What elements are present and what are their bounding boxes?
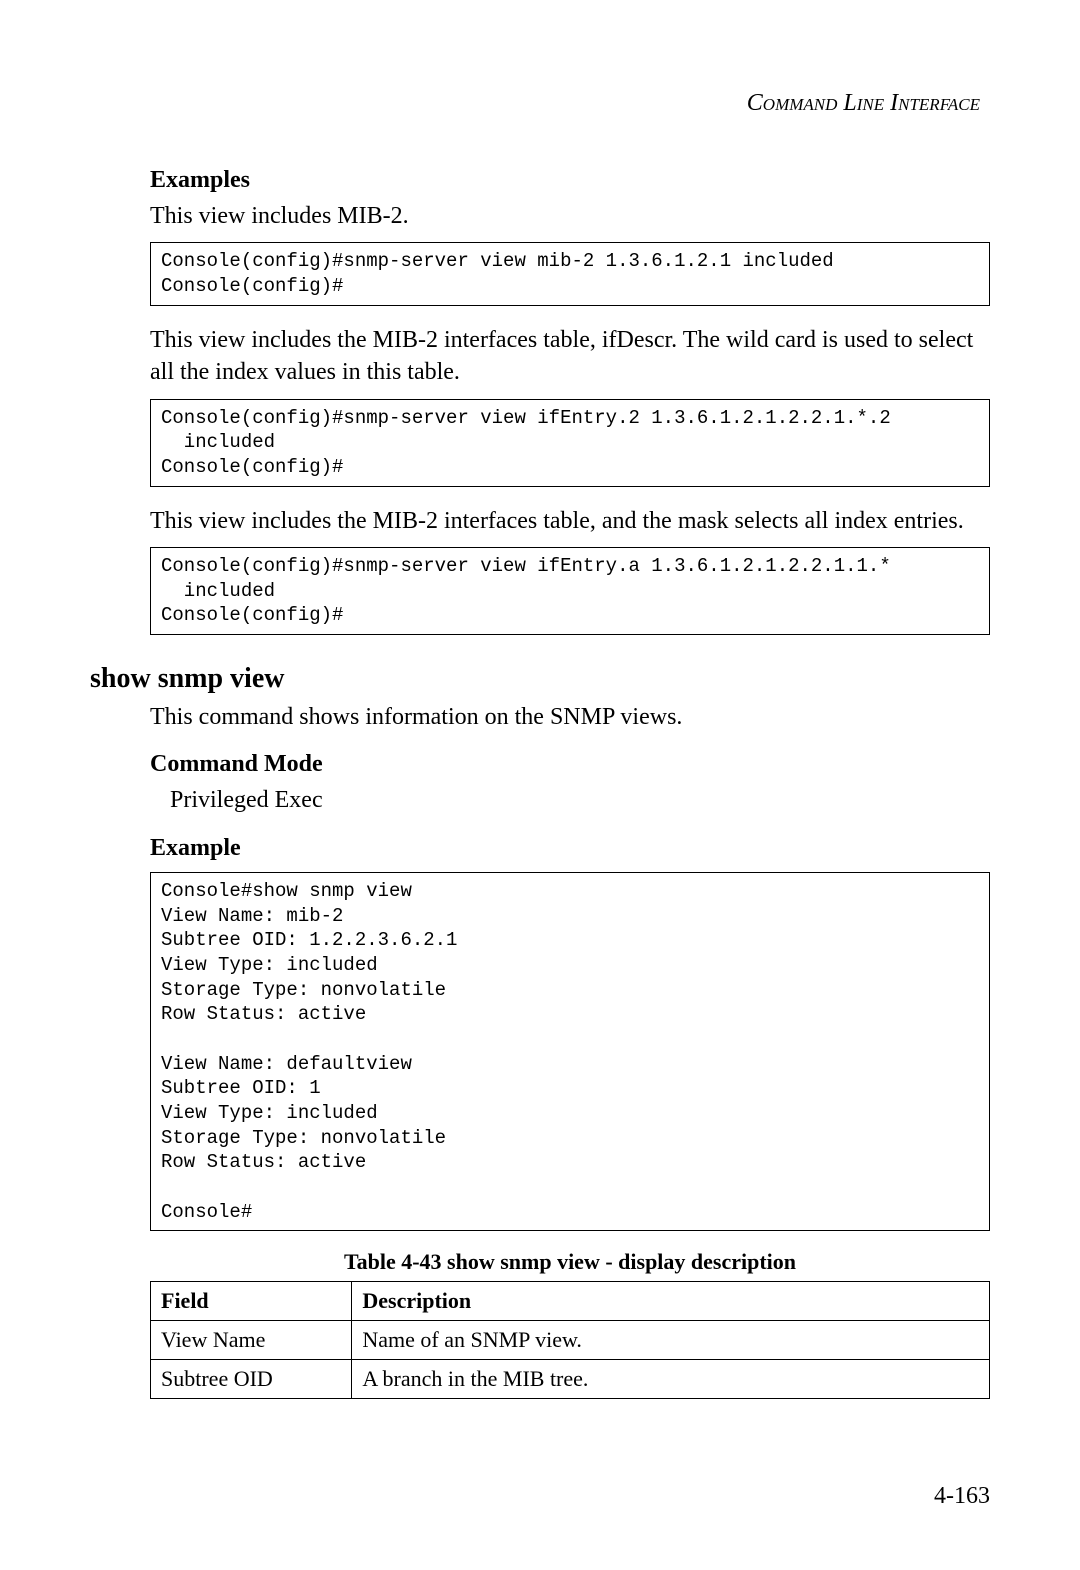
examples-intro-2: This view includes the MIB-2 interfaces … (150, 324, 990, 389)
command-mode-heading: Command Mode (150, 751, 990, 778)
running-header-text: Command Line Interface (747, 90, 980, 116)
code-example-1: Console(config)#snmp-server view mib-2 1… (150, 242, 990, 305)
table-cell-description: A branch in the MIB tree. (352, 1360, 990, 1399)
body-column: Examples This view includes MIB-2. Conso… (150, 167, 990, 635)
example-heading: Example (150, 835, 990, 862)
examples-intro-3: This view includes the MIB-2 interfaces … (150, 505, 990, 537)
table-header-row: Field Description (151, 1282, 990, 1321)
code-example-show-snmp-view: Console#show snmp view View Name: mib-2 … (150, 872, 990, 1232)
table-header-description: Description (352, 1282, 990, 1321)
command-mode-value: Privileged Exec (170, 784, 990, 816)
page: Command Line Interface Examples This vie… (0, 0, 1080, 1570)
running-header: Command Line Interface (90, 90, 990, 117)
examples-heading: Examples (150, 167, 990, 194)
table-cell-field: View Name (151, 1321, 352, 1360)
table-header-field: Field (151, 1282, 352, 1321)
section-heading-show-snmp-view: show snmp view (90, 663, 990, 695)
code-example-2: Console(config)#snmp-server view ifEntry… (150, 399, 990, 487)
section-description: This command shows information on the SN… (150, 701, 990, 733)
table-row: Subtree OID A branch in the MIB tree. (151, 1360, 990, 1399)
table-cell-description: Name of an SNMP view. (352, 1321, 990, 1360)
section-body: This command shows information on the SN… (150, 701, 990, 1399)
display-description-table: Field Description View Name Name of an S… (150, 1281, 990, 1399)
table-row: View Name Name of an SNMP view. (151, 1321, 990, 1360)
table-cell-field: Subtree OID (151, 1360, 352, 1399)
examples-intro-1: This view includes MIB-2. (150, 200, 990, 232)
page-number: 4-163 (934, 1483, 990, 1510)
code-example-3: Console(config)#snmp-server view ifEntry… (150, 547, 990, 635)
table-caption: Table 4-43 show snmp view - display desc… (150, 1249, 990, 1275)
